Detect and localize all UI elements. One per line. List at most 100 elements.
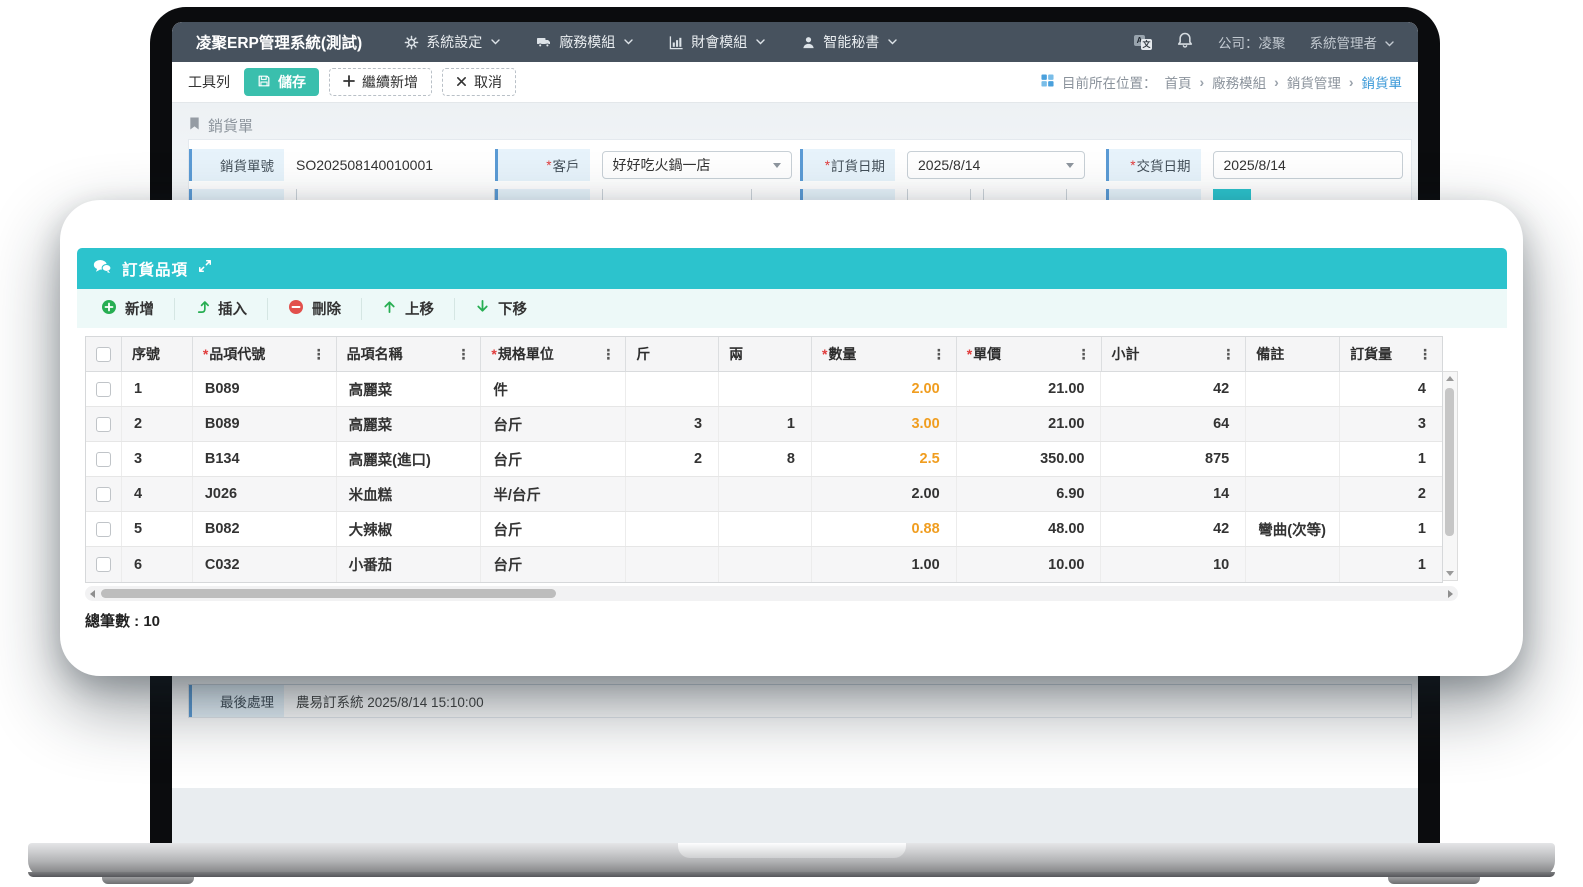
horizontal-scrollbar[interactable]: [85, 586, 1458, 601]
cell-qty[interactable]: 2.5: [812, 442, 957, 476]
row-checkbox[interactable]: [95, 486, 111, 502]
move-down-button[interactable]: 下移: [455, 298, 547, 319]
scroll-left-arrow[interactable]: [90, 589, 95, 598]
scroll-up-arrow[interactable]: [1446, 376, 1454, 381]
cell-seq[interactable]: 2: [122, 407, 193, 441]
column-header-unit[interactable]: * 規格單位 ⋮: [481, 337, 627, 371]
cell-qty[interactable]: 1.00: [812, 547, 957, 582]
cell-liang[interactable]: 1: [719, 407, 812, 441]
delivery-date-input[interactable]: 2025/8/14: [1212, 151, 1403, 179]
cell-jin[interactable]: 3: [626, 407, 720, 441]
column-menu-icon[interactable]: ⋮: [932, 346, 946, 363]
cell-subtotal[interactable]: 42: [1101, 512, 1247, 546]
nav-menu-smart-secretary[interactable]: 智能秘書: [801, 32, 897, 52]
vertical-scroll-thumb[interactable]: [1445, 388, 1454, 536]
customer-select[interactable]: 好好吃火鍋一店: [601, 151, 792, 179]
cell-subtotal[interactable]: 64: [1101, 407, 1247, 441]
row-checkbox[interactable]: [95, 557, 111, 572]
cell-code[interactable]: B089: [193, 372, 337, 406]
cell-liang[interactable]: 8: [719, 442, 812, 476]
cell-subtotal[interactable]: 14: [1101, 477, 1247, 511]
column-menu-icon[interactable]: ⋮: [601, 346, 615, 363]
cell-order_qty[interactable]: 4: [1340, 372, 1442, 406]
select-all-checkbox[interactable]: [95, 346, 111, 362]
cell-note[interactable]: [1246, 407, 1341, 441]
add-row-button[interactable]: 新增: [81, 298, 174, 319]
cell-code[interactable]: J026: [193, 477, 337, 511]
cell-unit[interactable]: 台斤: [481, 442, 627, 476]
move-up-button[interactable]: 上移: [362, 298, 454, 319]
cell-subtotal[interactable]: 875: [1101, 442, 1247, 476]
column-menu-icon[interactable]: ⋮: [1418, 346, 1432, 363]
breadcrumb-home[interactable]: 首頁: [1164, 72, 1191, 92]
column-header-jin[interactable]: 斤: [626, 337, 720, 371]
cell-jin[interactable]: 2: [626, 442, 720, 476]
cell-subtotal[interactable]: 10: [1101, 547, 1247, 582]
column-header-name[interactable]: 品項名稱 ⋮: [337, 337, 482, 371]
cell-liang[interactable]: [719, 477, 812, 511]
cell-name[interactable]: 大辣椒: [337, 512, 482, 546]
cell-liang[interactable]: [719, 372, 812, 406]
cell-unit[interactable]: 台斤: [481, 547, 627, 582]
cell-name[interactable]: 高麗菜(進口): [337, 442, 482, 476]
breadcrumb-sales-mgmt[interactable]: 銷貨管理: [1287, 72, 1341, 92]
cell-jin[interactable]: [626, 512, 720, 546]
translate-icon[interactable]: A文: [1134, 34, 1152, 50]
cell-name[interactable]: 米血糕: [337, 477, 482, 511]
cell-qty[interactable]: 2.00: [812, 477, 957, 511]
cell-note[interactable]: [1246, 547, 1341, 582]
cell-price[interactable]: 10.00: [957, 547, 1102, 582]
cell-unit[interactable]: 件: [481, 372, 627, 406]
nav-menu-factory-module[interactable]: 廠務模組: [536, 32, 633, 52]
cell-note[interactable]: [1246, 372, 1341, 406]
column-menu-icon[interactable]: ⋮: [1221, 346, 1235, 363]
cell-price[interactable]: 350.00: [957, 442, 1102, 476]
column-header-note[interactable]: 備註: [1246, 337, 1341, 371]
cell-qty[interactable]: 2.00: [812, 372, 957, 406]
nav-menu-finance-module[interactable]: 財會模組: [669, 32, 765, 52]
breadcrumb-factory[interactable]: 廠務模組: [1212, 72, 1266, 92]
user-menu[interactable]: 系統管理者: [1310, 32, 1395, 52]
cell-jin[interactable]: [626, 547, 720, 582]
scroll-down-arrow[interactable]: [1446, 571, 1454, 576]
column-header-seq[interactable]: 序號: [122, 337, 193, 371]
cell-price[interactable]: 21.00: [957, 372, 1102, 406]
cell-price[interactable]: 48.00: [957, 512, 1102, 546]
cell-order_qty[interactable]: 1: [1340, 442, 1442, 476]
app-brand[interactable]: 凌聚ERP管理系統(測試): [196, 31, 362, 53]
column-header-liang[interactable]: 兩: [719, 337, 812, 371]
cell-name[interactable]: 高麗菜: [337, 372, 482, 406]
cell-liang[interactable]: [719, 547, 812, 582]
cell-code[interactable]: B089: [193, 407, 337, 441]
column-header-price[interactable]: * 單價 ⋮: [957, 337, 1102, 371]
cell-seq[interactable]: 6: [122, 547, 193, 582]
column-menu-icon[interactable]: ⋮: [456, 346, 470, 363]
row-checkbox[interactable]: [95, 451, 111, 467]
cell-qty[interactable]: 0.88: [812, 512, 957, 546]
cell-jin[interactable]: [626, 372, 720, 406]
column-menu-icon[interactable]: ⋮: [1077, 346, 1091, 363]
cell-name[interactable]: 小番茄: [337, 547, 482, 582]
continue-add-button[interactable]: 繼續新增: [329, 68, 432, 96]
row-checkbox[interactable]: [95, 381, 111, 397]
cell-note[interactable]: 彎曲(次等): [1246, 512, 1341, 546]
cell-seq[interactable]: 1: [122, 372, 193, 406]
cell-seq[interactable]: 3: [122, 442, 193, 476]
cell-code[interactable]: C032: [193, 547, 337, 582]
cell-jin[interactable]: [626, 477, 720, 511]
row-checkbox[interactable]: [95, 521, 111, 537]
cell-seq[interactable]: 4: [122, 477, 193, 511]
cell-price[interactable]: 6.90: [957, 477, 1102, 511]
cell-code[interactable]: B134: [193, 442, 337, 476]
cell-order_qty[interactable]: 2: [1340, 477, 1442, 511]
cell-note[interactable]: [1246, 442, 1341, 476]
scroll-right-arrow[interactable]: [1448, 589, 1453, 598]
vertical-scrollbar[interactable]: [1443, 371, 1458, 581]
horizontal-scroll-thumb[interactable]: [101, 589, 556, 598]
cell-unit[interactable]: 半/台斤: [481, 477, 627, 511]
bell-icon[interactable]: [1176, 31, 1194, 54]
cell-order_qty[interactable]: 1: [1340, 547, 1442, 582]
cell-price[interactable]: 21.00: [957, 407, 1102, 441]
column-header-subtotal[interactable]: 小計 ⋮: [1102, 337, 1247, 371]
cell-subtotal[interactable]: 42: [1101, 372, 1247, 406]
